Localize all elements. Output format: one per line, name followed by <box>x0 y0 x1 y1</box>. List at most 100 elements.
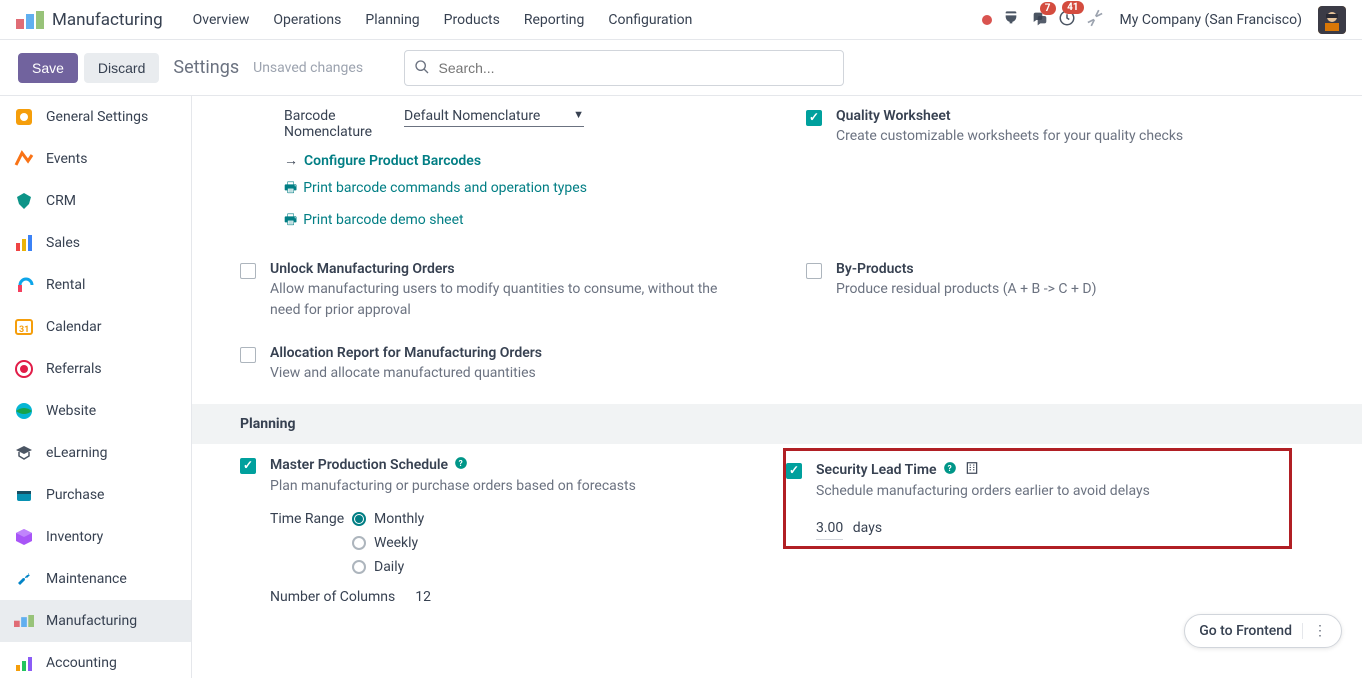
quality-worksheet-checkbox[interactable] <box>806 110 822 126</box>
svg-text:?: ? <box>459 458 463 468</box>
sidebar-item-label: General Settings <box>46 109 148 125</box>
sidebar-item-label: eLearning <box>46 445 107 461</box>
svg-text:31: 31 <box>19 325 29 335</box>
app-name: Manufacturing <box>52 10 163 30</box>
activities-badge: 41 <box>1062 1 1083 14</box>
print-commands-link[interactable]: Print barcode commands and operation typ… <box>303 180 587 196</box>
quality-worksheet-title: Quality Worksheet <box>836 108 951 124</box>
sidebar-item-maintenance[interactable]: Maintenance <box>0 558 191 600</box>
sidebar-item-accounting[interactable]: Accounting <box>0 642 191 678</box>
quality-worksheet-desc: Create customizable worksheets for your … <box>836 126 1316 147</box>
company-name[interactable]: My Company (San Francisco) <box>1120 12 1302 28</box>
svg-text:?: ? <box>947 463 951 473</box>
sidebar-item-label: CRM <box>46 193 76 209</box>
security-lead-time-input[interactable]: 3.00 <box>816 520 843 540</box>
discard-button[interactable]: Discard <box>84 53 159 83</box>
top-nav: Manufacturing Overview Operations Planni… <box>0 0 1362 40</box>
nav-planning[interactable]: Planning <box>353 12 431 28</box>
radio-icon <box>352 512 366 526</box>
sidebar: General Settings Events CRM Sales Rental… <box>0 96 192 678</box>
configure-barcodes-link[interactable]: Configure Product Barcodes <box>304 153 481 169</box>
sidebar-item-rental[interactable]: Rental <box>0 264 191 306</box>
settings-content: Barcode Nomenclature Default Nomenclatur… <box>192 96 1362 678</box>
num-columns-value[interactable]: 12 <box>415 589 431 605</box>
print-icon: 🖶 <box>284 180 297 196</box>
nav-overview[interactable]: Overview <box>181 12 262 28</box>
allocation-checkbox[interactable] <box>240 347 256 363</box>
time-range-daily[interactable]: Daily <box>352 555 424 579</box>
building-icon[interactable] <box>965 461 979 479</box>
sidebar-item-label: Purchase <box>46 487 104 503</box>
help-icon[interactable]: ? <box>454 456 468 474</box>
nav-products[interactable]: Products <box>432 12 512 28</box>
debug-icon[interactable] <box>1086 9 1104 31</box>
activities-icon[interactable]: 41 <box>1058 9 1076 31</box>
byproducts-title: By-Products <box>836 261 914 277</box>
nav-operations[interactable]: Operations <box>261 12 353 28</box>
messages-badge: 7 <box>1040 2 1056 15</box>
sidebar-item-label: Maintenance <box>46 571 127 587</box>
search-icon <box>414 59 430 79</box>
unlock-mo-checkbox[interactable] <box>240 263 256 279</box>
byproducts-checkbox[interactable] <box>806 263 822 279</box>
sidebar-item-label: Rental <box>46 277 85 293</box>
barcode-nomenclature-select[interactable]: Default Nomenclature ▼ <box>404 108 584 127</box>
go-to-frontend-button[interactable]: Go to Frontend ⋮ <box>1184 614 1342 648</box>
phone-icon[interactable] <box>1002 10 1020 30</box>
sidebar-item-label: Inventory <box>46 529 103 545</box>
time-range-label: Time Range <box>270 511 352 527</box>
sidebar-item-label: Events <box>46 151 87 167</box>
sidebar-item-purchase[interactable]: Purchase <box>0 474 191 516</box>
radio-icon <box>352 560 366 574</box>
sidebar-item-crm[interactable]: CRM <box>0 180 191 222</box>
sidebar-item-calendar[interactable]: 31 Calendar <box>0 306 191 348</box>
planning-section-header: Planning <box>192 404 1362 444</box>
allocation-desc: View and allocate manufactured quantitie… <box>270 363 750 384</box>
caret-down-icon: ▼ <box>573 108 584 124</box>
security-lead-time-title: Security Lead Time <box>816 462 937 478</box>
mps-desc: Plan manufacturing or purchase orders ba… <box>270 476 727 497</box>
sidebar-item-sales[interactable]: Sales <box>0 222 191 264</box>
print-icon: 🖶 <box>284 212 297 228</box>
sidebar-item-label: Referrals <box>46 361 102 377</box>
nav-configuration[interactable]: Configuration <box>596 12 704 28</box>
action-bar: Save Discard Settings Unsaved changes <box>0 40 1362 96</box>
messages-icon[interactable]: 7 <box>1030 10 1048 30</box>
sidebar-item-label: Website <box>46 403 96 419</box>
mps-title: Master Production Schedule <box>270 457 448 473</box>
arrow-right-icon: → <box>284 153 298 169</box>
time-range-weekly[interactable]: Weekly <box>352 531 424 555</box>
sidebar-item-manufacturing[interactable]: Manufacturing <box>0 600 191 642</box>
mps-checkbox[interactable] <box>240 458 256 474</box>
unlock-mo-title: Unlock Manufacturing Orders <box>270 261 455 277</box>
allocation-title: Allocation Report for Manufacturing Orde… <box>270 345 542 361</box>
nav-reporting[interactable]: Reporting <box>512 12 597 28</box>
sidebar-item-events[interactable]: Events <box>0 138 191 180</box>
security-lead-time-checkbox[interactable] <box>786 463 802 479</box>
num-columns-label: Number of Columns <box>270 589 395 605</box>
help-icon[interactable]: ? <box>943 461 957 479</box>
sidebar-item-general[interactable]: General Settings <box>0 96 191 138</box>
barcode-nomenclature-label: Barcode Nomenclature <box>284 108 382 140</box>
sidebar-item-label: Sales <box>46 235 80 251</box>
kebab-icon[interactable]: ⋮ <box>1302 623 1327 639</box>
page-title: Settings <box>173 57 239 78</box>
security-lead-time-highlight: Security Lead Time ? Schedule manufactur… <box>783 448 1292 549</box>
time-range-monthly[interactable]: Monthly <box>352 507 424 531</box>
app-icon <box>16 11 44 29</box>
sidebar-item-referrals[interactable]: Referrals <box>0 348 191 390</box>
security-lead-time-desc: Schedule manufacturing orders earlier to… <box>816 481 1273 502</box>
sidebar-item-label: Manufacturing <box>46 613 137 629</box>
print-demo-link[interactable]: Print barcode demo sheet <box>303 212 463 228</box>
sidebar-item-label: Calendar <box>46 319 102 335</box>
unsaved-status: Unsaved changes <box>253 60 363 76</box>
status-dot-icon <box>982 15 992 25</box>
avatar[interactable] <box>1318 6 1346 34</box>
sidebar-item-inventory[interactable]: Inventory <box>0 516 191 558</box>
sidebar-item-elearning[interactable]: eLearning <box>0 432 191 474</box>
sidebar-item-website[interactable]: Website <box>0 390 191 432</box>
search-input[interactable] <box>404 50 844 86</box>
save-button[interactable]: Save <box>18 53 78 83</box>
unlock-mo-desc: Allow manufacturing users to modify quan… <box>270 279 750 321</box>
byproducts-desc: Produce residual products (A + B -> C + … <box>836 279 1316 300</box>
